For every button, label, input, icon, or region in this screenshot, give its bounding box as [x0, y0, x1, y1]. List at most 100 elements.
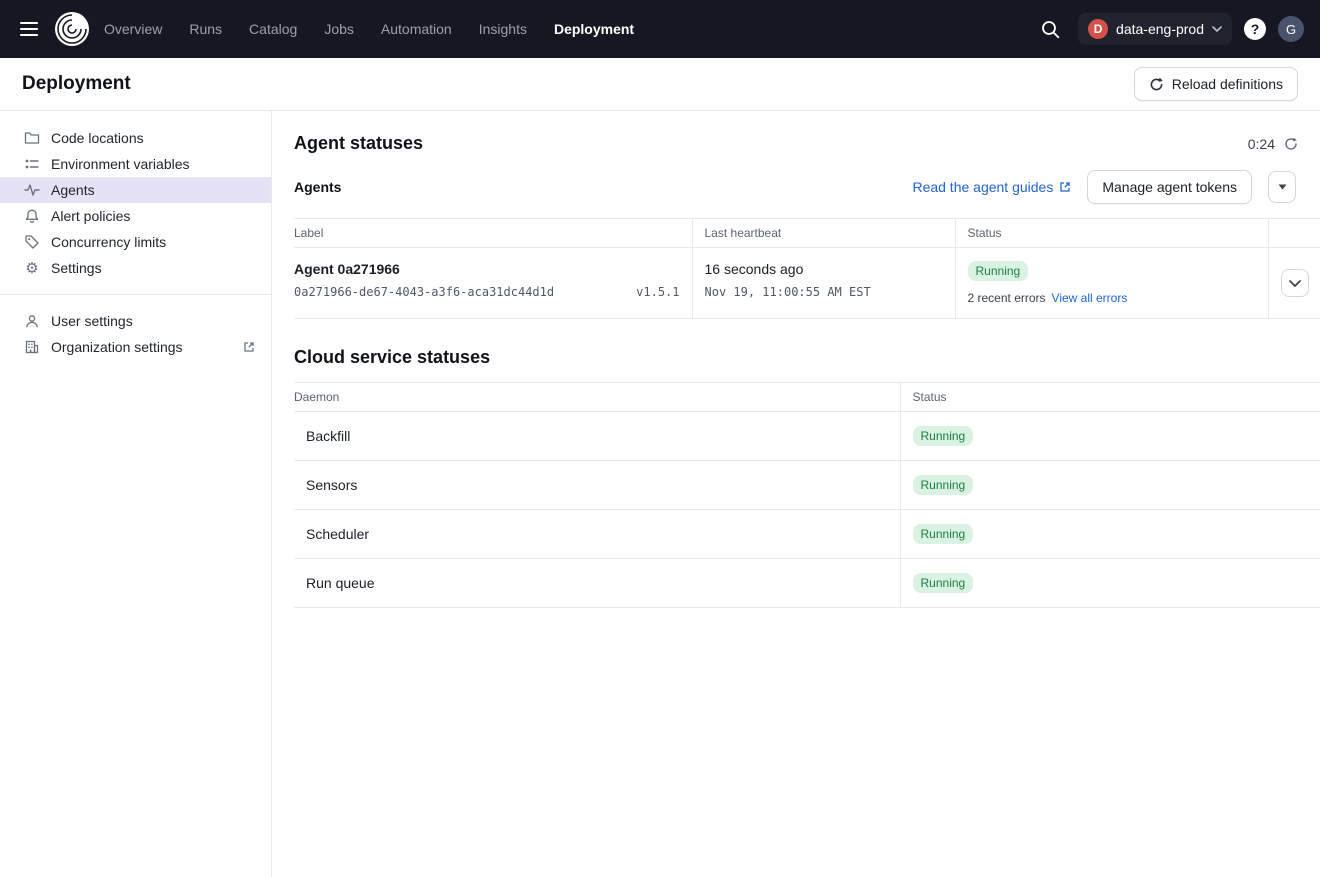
status-badge: Running: [913, 524, 974, 544]
reload-definitions-button[interactable]: Reload definitions: [1134, 67, 1298, 101]
agent-guides-link-label: Read the agent guides: [912, 179, 1053, 195]
column-header-daemon: Daemon: [294, 383, 900, 412]
reload-icon: [1149, 77, 1164, 92]
agent-version: v1.5.1: [636, 285, 679, 299]
deployment-name: data-eng-prod: [1116, 21, 1204, 37]
folder-icon: [24, 130, 40, 146]
primary-nav: Overview Runs Catalog Jobs Automation In…: [104, 21, 634, 37]
refresh-icon[interactable]: [1284, 137, 1298, 151]
sidebar-item-settings[interactable]: ⚙ Settings: [0, 255, 271, 281]
deployment-badge: D: [1088, 19, 1108, 39]
chevron-down-icon: [1212, 26, 1222, 32]
auto-refresh-indicator: 0:24: [1248, 136, 1298, 152]
cloud-service-statuses-heading: Cloud service statuses: [294, 347, 1320, 368]
search-icon: [1041, 20, 1060, 39]
help-button[interactable]: ?: [1244, 18, 1266, 40]
cloud-services-table: Daemon Status Backfill Running Sensors R…: [294, 382, 1320, 608]
agents-subheading: Agents: [294, 179, 341, 195]
page-title: Deployment: [22, 73, 131, 95]
sidebar-divider: [0, 294, 271, 295]
agent-statuses-heading: Agent statuses: [294, 133, 423, 154]
sidebar-item-organization-settings[interactable]: Organization settings: [0, 334, 271, 360]
sidebar-item-label: Agents: [51, 182, 95, 198]
dagster-logo[interactable]: [54, 11, 90, 47]
top-navigation-bar: Overview Runs Catalog Jobs Automation In…: [0, 0, 1320, 58]
manage-agent-tokens-button[interactable]: Manage agent tokens: [1087, 170, 1252, 204]
avatar-initial: G: [1286, 22, 1296, 37]
daemon-name: Run queue: [294, 559, 900, 608]
tag-icon: [24, 234, 40, 250]
topbar-right-cluster: D data-eng-prod ? G: [1035, 13, 1304, 45]
agent-row-expand-button[interactable]: [1281, 269, 1309, 297]
search-button[interactable]: [1035, 14, 1066, 45]
recent-errors-count: 2 recent errors: [968, 291, 1046, 305]
sidebar-item-concurrency-limits[interactable]: Concurrency limits: [0, 229, 271, 255]
service-row-scheduler: Scheduler Running: [294, 510, 1320, 559]
external-link-icon: [1059, 181, 1071, 193]
agent-label: Agent 0a271966: [294, 261, 680, 277]
agent-icon: [24, 182, 40, 198]
sidebar-item-label: Alert policies: [51, 208, 130, 224]
status-badge: Running: [913, 475, 974, 495]
caret-down-icon: [1278, 184, 1287, 190]
deployment-sidebar: Code locations Environment variables Age…: [0, 111, 272, 877]
services-table-header-row: Daemon Status: [294, 383, 1320, 412]
sidebar-item-label: Code locations: [51, 130, 144, 146]
sidebar-item-alert-policies[interactable]: Alert policies: [0, 203, 271, 229]
sidebar-item-label: Environment variables: [51, 156, 190, 172]
status-badge: Running: [913, 573, 974, 593]
nav-overview[interactable]: Overview: [104, 21, 162, 37]
column-header-last-heartbeat: Last heartbeat: [692, 219, 955, 248]
manage-agent-tokens-label: Manage agent tokens: [1102, 179, 1237, 195]
nav-automation[interactable]: Automation: [381, 21, 452, 37]
view-all-errors-link[interactable]: View all errors: [1052, 291, 1128, 305]
sidebar-item-label: Concurrency limits: [51, 234, 166, 250]
column-header-status: Status: [955, 219, 1268, 248]
env-vars-icon: [24, 156, 40, 172]
daemon-name: Sensors: [294, 461, 900, 510]
sidebar-item-label: Organization settings: [51, 339, 183, 355]
heartbeat-timestamp: Nov 19, 11:00:55 AM EST: [705, 285, 943, 299]
column-header-actions: [1268, 219, 1320, 248]
agents-table: Label Last heartbeat Status Agent 0a2719…: [294, 218, 1320, 319]
nav-jobs[interactable]: Jobs: [324, 21, 354, 37]
nav-deployment[interactable]: Deployment: [554, 21, 634, 37]
agent-row: Agent 0a271966 0a271966-de67-4043-a3f6-a…: [294, 248, 1320, 319]
gear-icon: ⚙: [24, 261, 40, 276]
user-avatar[interactable]: G: [1278, 16, 1304, 42]
sidebar-item-environment-variables[interactable]: Environment variables: [0, 151, 271, 177]
sidebar-item-label: Settings: [51, 260, 102, 276]
page-header: Deployment Reload definitions: [0, 58, 1320, 111]
sidebar-item-code-locations[interactable]: Code locations: [0, 125, 271, 151]
daemon-name: Scheduler: [294, 510, 900, 559]
menu-button[interactable]: [14, 16, 44, 42]
sidebar-item-agents[interactable]: Agents: [0, 177, 271, 203]
nav-insights[interactable]: Insights: [479, 21, 527, 37]
deployment-switcher[interactable]: D data-eng-prod: [1078, 13, 1232, 45]
main-content: Agent statuses 0:24 Agents Read the agen…: [272, 111, 1320, 877]
nav-runs[interactable]: Runs: [189, 21, 222, 37]
column-header-status: Status: [900, 383, 1320, 412]
external-link-icon: [243, 341, 255, 353]
reload-definitions-label: Reload definitions: [1172, 76, 1283, 92]
chevron-down-icon: [1289, 280, 1301, 287]
agents-more-actions-button[interactable]: [1268, 171, 1296, 203]
app-window: Overview Runs Catalog Jobs Automation In…: [0, 0, 1320, 877]
nav-catalog[interactable]: Catalog: [249, 21, 297, 37]
user-icon: [24, 313, 40, 329]
sidebar-item-user-settings[interactable]: User settings: [0, 308, 271, 334]
bell-icon: [24, 208, 40, 224]
status-badge: Running: [913, 426, 974, 446]
building-icon: [24, 339, 40, 355]
refresh-countdown: 0:24: [1248, 136, 1275, 152]
agents-table-header-row: Label Last heartbeat Status: [294, 219, 1320, 248]
agent-guides-link[interactable]: Read the agent guides: [912, 179, 1071, 195]
sidebar-item-label: User settings: [51, 313, 133, 329]
heartbeat-relative: 16 seconds ago: [705, 261, 943, 277]
dagster-logo-icon: [54, 11, 90, 47]
column-header-label: Label: [294, 219, 692, 248]
status-badge: Running: [968, 261, 1029, 281]
service-row-run-queue: Run queue Running: [294, 559, 1320, 608]
help-icon: ?: [1251, 21, 1260, 37]
service-row-backfill: Backfill Running: [294, 412, 1320, 461]
